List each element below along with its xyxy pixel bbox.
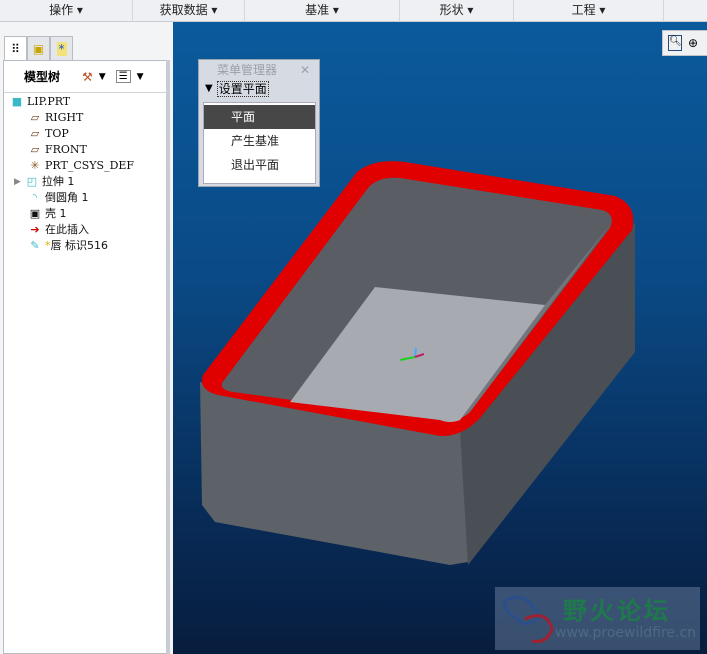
menu-shapes[interactable]: 形状 ▾ xyxy=(400,0,514,22)
show-dropdown[interactable]: ▼ xyxy=(137,72,144,82)
tree-item-lip[interactable]: ✎ * 唇 标识516 xyxy=(28,238,108,254)
watermark-title: 野火论坛 xyxy=(563,597,671,625)
insert-here-icon: ➔ xyxy=(30,223,40,236)
menu-list: 平面 产生基准 退出平面 xyxy=(203,102,316,184)
zoom-in-icon[interactable]: ⊕ xyxy=(688,36,698,50)
menu-get-data[interactable]: 获取数据 ▾ xyxy=(133,0,245,22)
close-icon[interactable]: ✕ xyxy=(300,60,310,80)
navigator-panel: ⠿ ▣ * 模型树 ⚒ ▼ ☰ ▼ xyxy=(0,22,173,654)
settings-tools-icon[interactable]: ⚒ xyxy=(82,70,93,84)
zoom-to-fit-icon[interactable]: 🔍︎ xyxy=(668,35,682,51)
watermark-url: www.proewildfire.cn xyxy=(555,625,697,641)
favorites-icon: * xyxy=(56,41,67,56)
datum-plane-icon: ▱ xyxy=(30,111,40,124)
round-icon: ◝ xyxy=(32,191,38,204)
settings-dropdown[interactable]: ▼ xyxy=(99,72,106,82)
part-icon: ■ xyxy=(11,95,23,108)
collapse-triangle-icon: ▼ xyxy=(205,83,213,94)
tree-item-right[interactable]: ▱ RIGHT xyxy=(28,110,84,126)
menu-operations[interactable]: 操作 ▾ xyxy=(0,0,133,22)
menu-bar: 操作 ▾ 获取数据 ▾ 基准 ▾ 形状 ▾ 工程 ▾ xyxy=(0,0,707,22)
menu-manager: 菜单管理器 ✕ ▼ 设置平面 平面 产生基准 退出平面 xyxy=(198,59,320,187)
tree-item-shell[interactable]: ▣ 壳 1 xyxy=(28,206,67,222)
datum-plane-icon: ▱ xyxy=(30,127,40,140)
menu-datum[interactable]: 基准 ▾ xyxy=(245,0,400,22)
csys-icon: ✳ xyxy=(30,159,40,172)
tree-item-round[interactable]: ◝ 倒圆角 1 xyxy=(28,190,89,206)
tree-item-extrude[interactable]: ▶ ◰ 拉伸 1 xyxy=(14,174,74,190)
tree-scrollbar[interactable] xyxy=(166,60,170,654)
watermark-logo-icon xyxy=(503,596,554,643)
menu-section-set-plane[interactable]: ▼ 设置平面 xyxy=(199,80,319,98)
folders-icon: ▣ xyxy=(32,41,45,56)
tree-item-part[interactable]: ■ LIP.PRT xyxy=(10,94,70,110)
lip-icon: ✎ xyxy=(30,239,40,252)
tab-folder-browser[interactable]: ▣ xyxy=(27,36,50,60)
tree-item-top[interactable]: ▱ TOP xyxy=(28,126,69,142)
tree-item-front[interactable]: ▱ FRONT xyxy=(28,142,87,158)
tree-icon: ⠿ xyxy=(11,41,20,56)
shell-icon: ▣ xyxy=(29,207,41,220)
tab-model-tree[interactable]: ⠿ xyxy=(4,36,27,60)
menu-item-make-datum[interactable]: 产生基准 xyxy=(204,129,315,153)
tree-item-csys[interactable]: ✳ PRT_CSYS_DEF xyxy=(28,158,134,174)
model-tree-title: 模型树 xyxy=(24,70,61,84)
menu-engineering[interactable]: 工程 ▾ xyxy=(514,0,664,22)
menu-manager-title: 菜单管理器 xyxy=(217,63,278,77)
tab-favorites[interactable]: * xyxy=(50,36,73,60)
extrude-icon: ◰ xyxy=(26,175,38,188)
view-toolbar: 🔍︎ ⊕ xyxy=(662,30,707,56)
show-list-icon[interactable]: ☰ xyxy=(115,70,131,83)
tree-item-insert-here[interactable]: ➔ 在此插入 xyxy=(28,222,89,238)
menu-item-plane[interactable]: 平面 xyxy=(204,105,315,129)
expand-arrow-icon[interactable]: ▶ xyxy=(14,174,21,190)
datum-plane-icon: ▱ xyxy=(30,143,40,156)
menu-item-quit-plane[interactable]: 退出平面 xyxy=(204,153,315,177)
watermark: 野火论坛 www.proewildfire.cn xyxy=(495,587,700,650)
